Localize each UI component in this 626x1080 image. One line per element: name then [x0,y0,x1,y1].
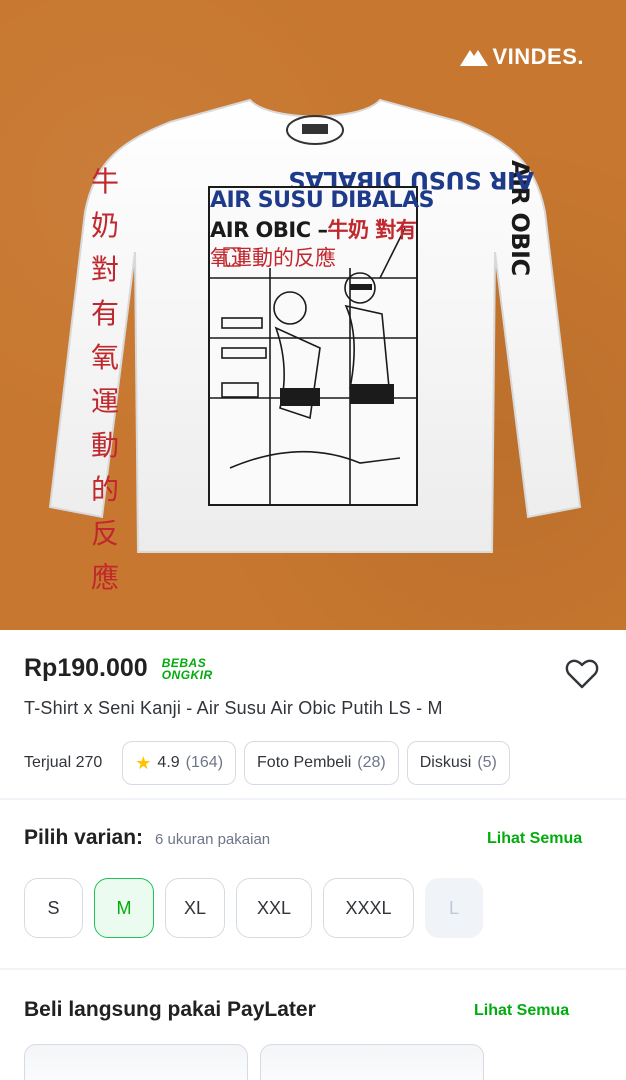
badge-line-1: BEBAS [161,655,207,670]
print-kanji-line: 氧運動的反應 [210,246,336,270]
paylater-title: Beli langsung pakai PayLater [24,998,316,1021]
sold-count: Terjual 270 [24,754,103,771]
variant-option-xxl[interactable]: XXL [236,878,312,938]
brand-logo: VINDES. [460,44,584,70]
variant-subtitle: 6 ukuran pakaian [155,831,271,848]
variant-see-all-link[interactable]: Lihat Semua [487,830,582,848]
variant-option-s[interactable]: S [24,878,83,938]
buyer-photos-chip[interactable]: Foto Pembeli (28) [244,741,399,785]
paylater-card[interactable] [260,1044,484,1080]
print-headline: AIR SUSU DIBALAS [210,188,435,213]
heart-icon [565,659,599,689]
variant-option-m[interactable]: M [94,878,154,938]
wishlist-button[interactable] [562,654,602,694]
sleeve-left-print: 牛奶對有氧運動的反應 [90,165,119,594]
variant-option-l: L [425,878,483,938]
product-image[interactable]: VINDES. 牛奶對有氧運動的反應 AIR SUSU DIBALAS AIR … [0,0,626,630]
price-row: Rp190.000 BEBAS ONGKIR [24,654,213,683]
print-subheadline-black: AIR OBIC – [210,218,328,242]
paylater-see-all-link[interactable]: Lihat Semua [474,1002,569,1020]
buyer-photos-label: Foto Pembeli [257,754,352,771]
sleeve-right-print: AIR SUSU DIBALAS AIR OBIC [289,160,540,480]
variant-option-xl[interactable]: XL [165,878,225,938]
buyer-photos-count: (28) [357,754,386,771]
star-icon: ★ [135,753,152,773]
rating-value: 4.9 [157,754,180,771]
paylater-card[interactable] [24,1044,248,1080]
section-divider [0,798,626,800]
variant-options: S M XL XXL XXXL L [24,878,483,938]
print-subheadline: AIR OBIC –牛奶 對有 [210,214,417,244]
variant-option-xxxl[interactable]: XXXL [323,878,414,938]
discussion-chip[interactable]: Diskusi (5) [406,741,510,785]
discussion-count: (5) [477,754,497,771]
section-divider [0,968,626,970]
product-price: Rp190.000 [24,654,148,682]
variant-header: Pilih varian: 6 ukuran pakaian [24,826,270,850]
paylater-options [24,1044,484,1080]
variant-title: Pilih varian: [24,826,144,849]
product-stats: Terjual 270 ★ 4.9 (164) Foto Pembeli (28… [24,741,510,785]
paylater-header: Beli langsung pakai PayLater [24,998,316,1022]
rating-count: (164) [185,754,224,771]
free-shipping-badge: BEBAS ONGKIR [162,657,213,681]
product-title: T-Shirt x Seni Kanji - Air Susu Air Obic… [24,698,443,718]
brand-name: VINDES. [492,44,584,69]
badge-line-2: ONGKIR [161,667,213,682]
discussion-label: Diskusi [419,754,472,771]
product-page: VINDES. 牛奶對有氧運動的反應 AIR SUSU DIBALAS AIR … [0,0,626,1080]
brand-mountain-icon [460,50,489,66]
rating-chip[interactable]: ★ 4.9 (164) [122,741,237,785]
print-subheadline-red: 牛奶 對有 [327,218,417,242]
